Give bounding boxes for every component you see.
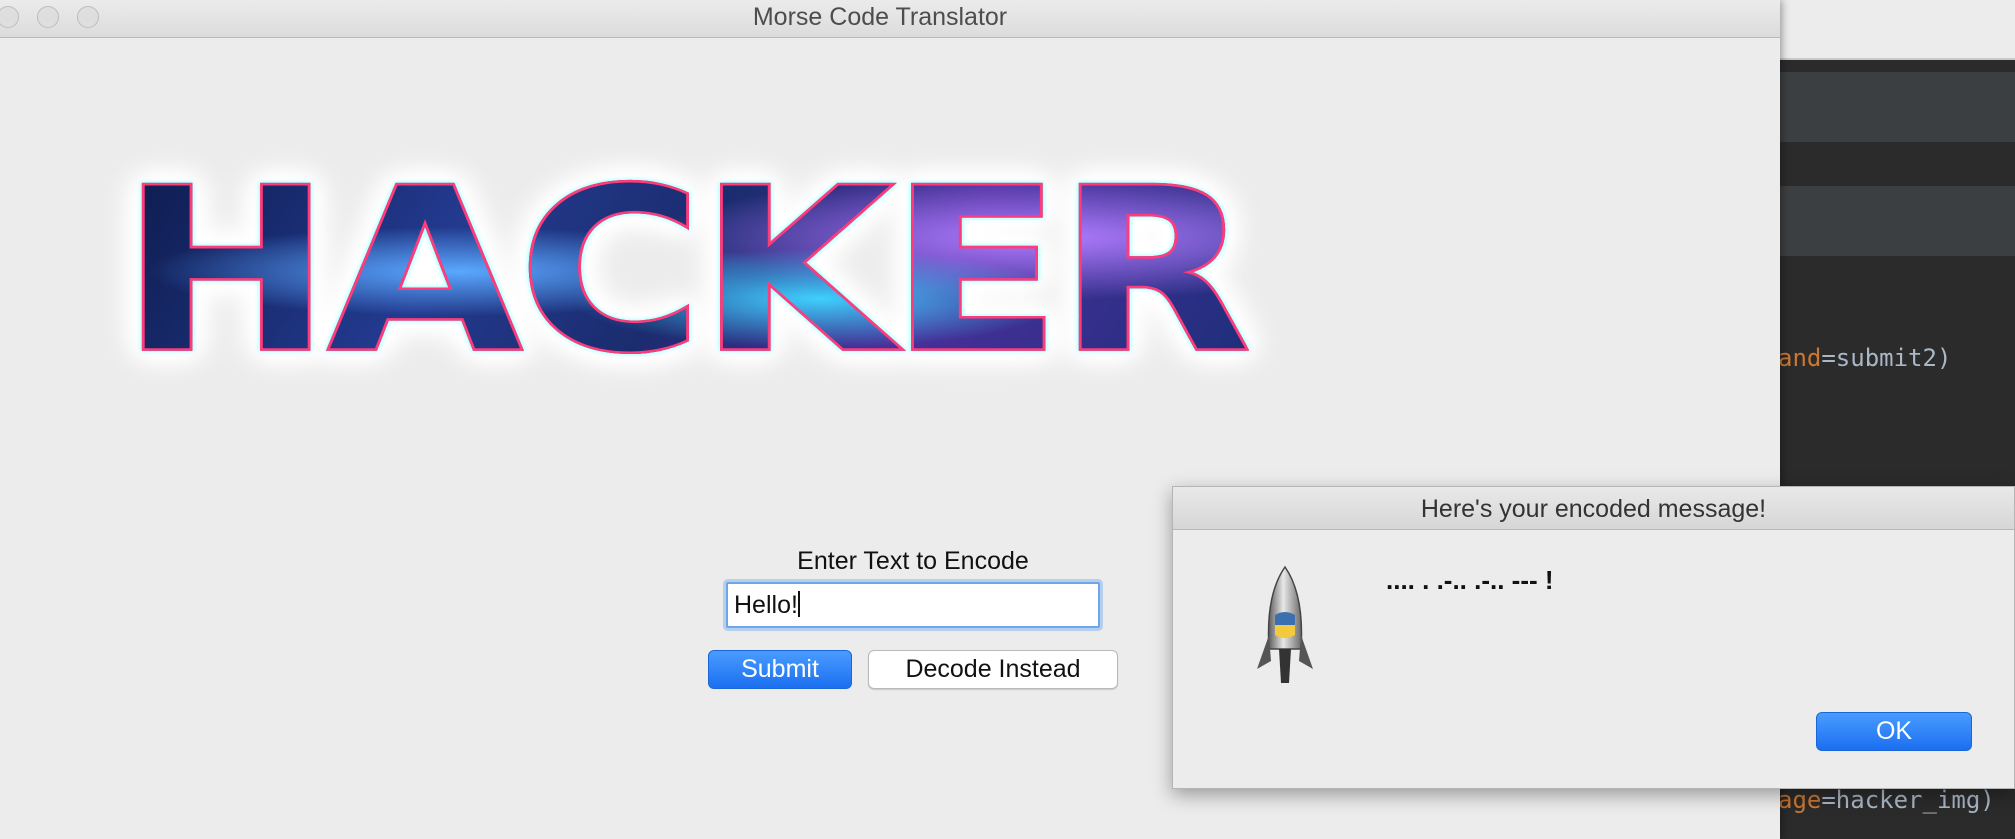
code-line: and=submit2) <box>1778 344 1951 372</box>
text-input[interactable]: Hello! <box>726 582 1100 628</box>
banner-text: HACKER <box>119 138 1254 404</box>
python-launcher-rocket-icon <box>1257 565 1313 683</box>
editor-panel-header <box>1770 186 2015 256</box>
code-line: age=hacker_img) <box>1778 786 1995 814</box>
input-value: Hello! <box>734 591 798 619</box>
encoded-message-text: .... . .-.. .-.. --- ! <box>1386 565 1554 595</box>
window-title: Morse Code Translator <box>752 3 1008 31</box>
dialog-title: Here's your encoded message! <box>1420 495 1767 523</box>
dialog-titlebar[interactable]: Here's your encoded message! <box>1173 487 2014 530</box>
encode-label: Enter Text to Encode <box>797 547 1029 575</box>
editor-tab-bar <box>1770 72 2015 142</box>
code-text: =hacker_img) <box>1821 786 1995 814</box>
code-text: =submit2) <box>1821 344 1952 372</box>
submit-button[interactable]: Submit <box>708 650 852 689</box>
hacker-banner-image: HACKER <box>119 138 1319 428</box>
code-keyword: and <box>1778 344 1822 372</box>
code-keyword: age <box>1778 786 1822 814</box>
decode-instead-button[interactable]: Decode Instead <box>868 650 1118 689</box>
ok-button[interactable]: OK <box>1816 712 1972 751</box>
editor-toolbar <box>1770 0 2015 60</box>
encoded-message-dialog: Here's your encoded message! .... . .-..… <box>1172 486 2015 789</box>
window-titlebar[interactable]: Morse Code Translator <box>0 0 1780 38</box>
text-caret <box>797 591 800 617</box>
